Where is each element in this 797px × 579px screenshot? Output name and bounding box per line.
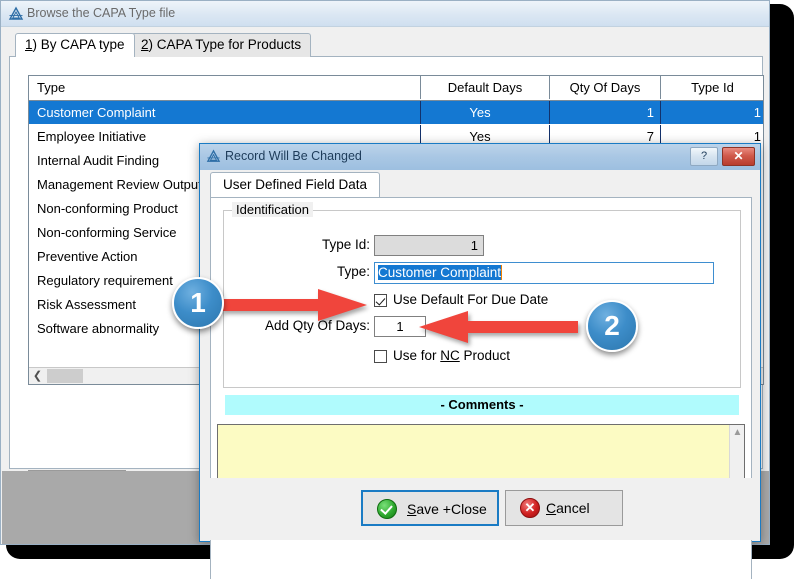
dialog-footer: Save +Close ✕ Cancel [201, 478, 759, 540]
main-title-bar: Browse the CAPA Type file [1, 1, 770, 27]
red-x-icon: ✕ [520, 498, 540, 518]
tab-1-label: ) By CAPA type [33, 37, 125, 52]
tab-by-capa-type[interactable]: 1) By CAPA type [15, 33, 135, 57]
grid-col-default-days[interactable]: Default Days [421, 76, 549, 99]
text-caret [501, 265, 502, 280]
cell-type: Non-conforming Product [37, 197, 178, 220]
cell-default-days: Yes [421, 101, 539, 124]
save-text: ave +Close [416, 501, 486, 517]
checkbox-checked-icon [374, 294, 387, 307]
cell-type: Internal Audit Finding [37, 149, 159, 172]
dialog-title: Record Will Be Changed [225, 149, 362, 163]
save-button-label: Save +Close [407, 501, 487, 517]
grid-header-row: Type Default Days Qty Of Days Type Id [29, 76, 763, 101]
save-and-close-button[interactable]: Save +Close [361, 490, 499, 526]
annotation-arrow-right [222, 288, 368, 322]
grid-col-qty-of-days[interactable]: Qty Of Days [550, 76, 660, 99]
cell-type: Management Review Output [37, 173, 202, 196]
tab-user-defined-field-data[interactable]: User Defined Field Data [210, 172, 380, 198]
green-check-icon [377, 499, 397, 519]
cancel-accel: C [546, 500, 556, 516]
nc-pre: Use for [393, 348, 440, 363]
tab-2-accel: 2 [141, 37, 149, 52]
cell-type: Employee Initiative [37, 125, 146, 148]
tab-2-label: ) CAPA Type for Products [149, 37, 302, 52]
save-accel: S [407, 501, 416, 517]
app-triangle-icon [206, 149, 221, 164]
callout-badge-1: 1 [172, 277, 224, 329]
checkbox-unchecked-icon [374, 350, 387, 363]
screenshot-root: Browse the CAPA Type file 1) By CAPA typ… [0, 0, 797, 579]
cell-type: Risk Assessment [37, 293, 136, 316]
dialog-title-bar: Record Will Be Changed ? ✕ [200, 144, 760, 170]
type-id-label: Type Id: [296, 237, 370, 252]
grid-col-type-id[interactable]: Type Id [661, 76, 764, 99]
cancel-button[interactable]: ✕ Cancel [505, 490, 623, 526]
grid-col-type[interactable]: Type [37, 76, 157, 99]
use-for-nc-product-label: Use for NC Product [393, 348, 510, 363]
annotation-arrow-left [418, 310, 578, 344]
type-input[interactable]: Customer Complaint [374, 262, 714, 284]
main-window-title: Browse the CAPA Type file [27, 6, 175, 20]
cancel-button-label: Cancel [546, 500, 590, 516]
nc-post: Product [460, 348, 510, 363]
tab-capa-type-for-products[interactable]: 2) CAPA Type for Products [131, 33, 311, 57]
dialog-tabstrip: User Defined Field Data [210, 172, 750, 198]
tab-1-accel: 1 [25, 37, 33, 52]
help-icon[interactable]: ? [690, 147, 718, 166]
nc-accel: NC [440, 348, 460, 363]
cell-type: Preventive Action [37, 245, 137, 268]
cancel-text: ancel [556, 500, 589, 516]
type-id-field: 1 [374, 235, 484, 256]
main-tabstrip: 1) By CAPA type 2) CAPA Type for Product… [9, 33, 763, 57]
app-triangle-icon [8, 6, 24, 22]
cell-qty-of-days: 1 [550, 101, 654, 124]
cell-type: Regulatory requirement [37, 269, 173, 292]
comments-header: - Comments - [225, 395, 739, 415]
use-default-for-due-date-label: Use Default For Due Date [393, 292, 548, 307]
close-icon[interactable]: ✕ [722, 147, 755, 166]
cell-type: Software abnormality [37, 317, 159, 340]
scroll-up-icon[interactable]: ▲ [730, 425, 745, 440]
type-label: Type: [296, 264, 370, 279]
scrollbar-thumb[interactable] [47, 369, 83, 383]
cell-type-id: 1 [661, 101, 761, 124]
table-row[interactable]: Customer Complaint Yes 1 1 [29, 101, 763, 125]
cell-type: Non-conforming Service [37, 221, 176, 244]
identification-legend: Identification [232, 202, 313, 217]
scroll-left-icon[interactable]: ❮ [29, 368, 46, 384]
callout-badge-2: 2 [586, 300, 638, 352]
cell-type: Customer Complaint [37, 101, 156, 124]
type-input-value: Customer Complaint [378, 265, 501, 280]
